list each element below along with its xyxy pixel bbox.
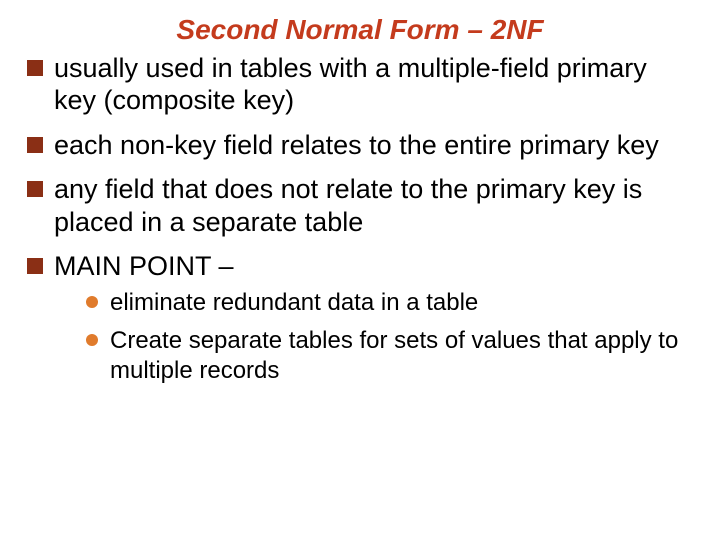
bullet-item: usually used in tables with a multiple-f… [24, 52, 696, 117]
bullet-text: each non-key field relates to the entire… [54, 130, 659, 160]
sub-bullet-list: eliminate redundant data in a table Crea… [86, 288, 696, 386]
square-bullet-icon [27, 60, 43, 76]
square-bullet-icon [27, 137, 43, 153]
bullet-item: MAIN POINT – eliminate redundant data in… [24, 250, 696, 386]
bullet-item: any field that does not relate to the pr… [24, 173, 696, 238]
bullet-text: any field that does not relate to the pr… [54, 174, 642, 236]
round-bullet-icon [86, 334, 98, 346]
bullet-text: usually used in tables with a multiple-f… [54, 53, 647, 115]
sub-bullet-item: Create separate tables for sets of value… [86, 326, 696, 386]
bullet-text: MAIN POINT – [54, 251, 234, 281]
main-bullet-list: usually used in tables with a multiple-f… [24, 52, 696, 386]
sub-bullet-text: Create separate tables for sets of value… [110, 327, 678, 384]
sub-bullet-item: eliminate redundant data in a table [86, 288, 696, 318]
round-bullet-icon [86, 296, 98, 308]
sub-bullet-text: eliminate redundant data in a table [110, 289, 478, 316]
bullet-item: each non-key field relates to the entire… [24, 129, 696, 161]
slide-title: Second Normal Form – 2NF [24, 14, 696, 46]
square-bullet-icon [27, 181, 43, 197]
square-bullet-icon [27, 258, 43, 274]
